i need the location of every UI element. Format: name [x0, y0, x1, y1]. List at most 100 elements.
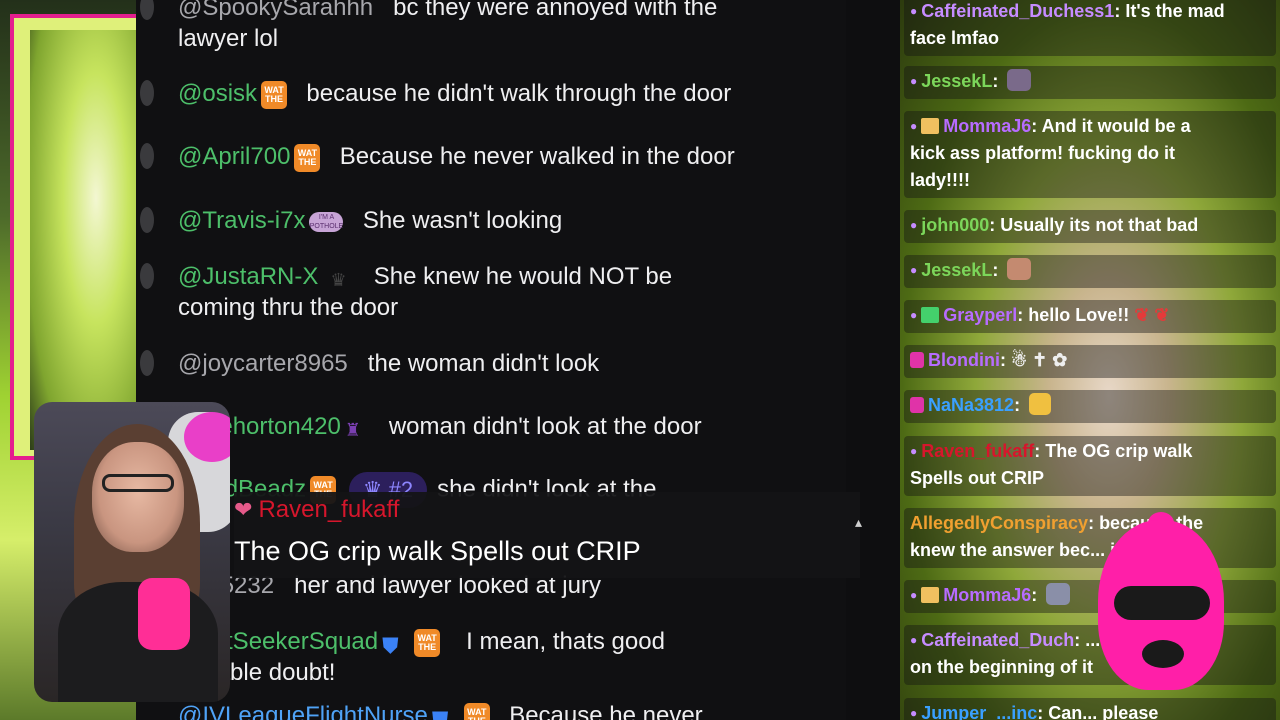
chat-message: ● Raven_fukaff: The OG crip walk Spells o…: [904, 436, 1276, 496]
highlight-username[interactable]: Raven_fukaff: [258, 496, 399, 523]
chat-message: @IVLeagueFlightNurse⛊ WAT THE Because he …: [178, 700, 818, 720]
avatar: [140, 207, 154, 233]
chat-username[interactable]: @IVLeagueFlightNurse: [178, 702, 428, 720]
avatar: [140, 263, 154, 289]
avatar: [140, 0, 154, 20]
highlighted-message: ❤ Raven_fukaff The OG crip walk Spells ou…: [234, 492, 862, 578]
glasses: [102, 474, 174, 492]
mask-badge-icon: [910, 352, 924, 368]
chat-bubble-icon: ●: [910, 119, 918, 133]
chat-username[interactable]: JessekL: [921, 71, 992, 91]
chat-text: face lmfao: [910, 28, 1000, 48]
mask-badge-icon: [910, 397, 924, 413]
chat-username[interactable]: JessekL: [921, 260, 992, 280]
highlight-text: The OG crip walk Spells out CRIP: [234, 536, 641, 566]
gift-icon: [921, 587, 940, 603]
highlight-username-row: ❤ Raven_fukaff: [234, 496, 399, 524]
chat-username[interactable]: @JustaRN-X: [178, 263, 318, 290]
face-emote-icon: [1007, 258, 1032, 280]
chat-username[interactable]: john000: [921, 215, 989, 235]
ghost-emote-icon: ☃ ✝ ✿: [1010, 350, 1068, 370]
wat-the-badge-icon: WAT THE: [414, 628, 441, 657]
crown-badge-icon: ♛: [330, 269, 347, 290]
chat-text: lawyer lol: [178, 25, 279, 52]
chat-message: SpiritSeekerSquad ⛊ WAT THE I mean, thats …: [178, 626, 818, 688]
caret-icon: ▴: [854, 514, 862, 530]
chat-text: knew the answer bec... it: [910, 540, 1122, 560]
chat-message: ● JessekL:: [904, 255, 1276, 288]
chat-text: hello Love!!: [1028, 305, 1130, 325]
chat-username[interactable]: Caffeinated_Duchess1: [921, 1, 1114, 21]
chat-text: Usually its not that bad: [1000, 215, 1199, 235]
chat-text: She knew he would NOT be: [373, 263, 673, 290]
chat-message: ● Caffeinated_Duchess1: It's the mad face…: [904, 0, 1276, 56]
mask-mouth: [1142, 640, 1184, 668]
heart-emote-icon: ❦ ❦: [1134, 305, 1170, 325]
chat-text: And it would be a: [1041, 116, 1191, 136]
shield-badge-icon: ⛊: [382, 632, 399, 658]
chat-bubble-icon: ●: [910, 588, 918, 602]
avatar: [140, 143, 154, 169]
chat-message: Katiehorton420 ♜ woman didn't look at the…: [178, 411, 818, 442]
gift-icon: [921, 118, 940, 134]
webcam-overlay: [34, 402, 230, 702]
chat-bubble-icon: ●: [910, 706, 918, 720]
chat-text: kick ass platform! fucking do it: [910, 143, 1176, 163]
chat-text: Because he never: [509, 702, 703, 720]
chat-text: the woman didn't look: [367, 350, 600, 377]
chat-username[interactable]: @Travis-i7x: [178, 207, 305, 234]
chat-message: @joycarter8965 the woman didn't look: [140, 348, 818, 379]
chat-username[interactable]: MommaJ6: [943, 585, 1031, 605]
pink-frame-panel: [10, 14, 150, 460]
chat-username[interactable]: Grayperl: [943, 305, 1017, 325]
chat-message: NaNa3812:: [904, 390, 1276, 423]
chat-username[interactable]: MommaJ6: [943, 116, 1031, 136]
chat-username[interactable]: @April700: [178, 143, 290, 170]
chat-bubble-icon: ●: [910, 633, 918, 647]
chat-message: ● JessekL:: [904, 66, 1276, 99]
chat-text: woman didn't look at the door: [388, 413, 702, 440]
wat-the-badge-icon: WAT THE: [463, 702, 490, 720]
chat-text: I mean, thats good: [466, 628, 665, 655]
chat-username[interactable]: Jumper_...inc: [921, 703, 1037, 720]
chat-bubble-icon: ●: [910, 308, 918, 322]
chat-username[interactable]: AllegedlyConspiracy: [910, 513, 1088, 533]
chat-bubble-icon: ●: [910, 218, 918, 232]
chat-text: lady!!!!: [910, 170, 970, 190]
chat-message: @SpookySarahhh bc they were annoyed with…: [140, 0, 818, 54]
chat-text: She wasn't looking: [362, 207, 563, 234]
rocket-emote-icon: [1007, 69, 1032, 91]
chat-username[interactable]: Raven_fukaff: [921, 441, 1034, 461]
chat-username[interactable]: Caffeinated_Duch: [921, 630, 1074, 650]
chat-message: @April700 WAT THE Because he never walked…: [140, 141, 818, 172]
chat-username[interactable]: @osisk: [178, 80, 257, 107]
chat-username[interactable]: @SpookySarahhh: [178, 0, 373, 21]
ghost-badge-icon: ♜: [344, 419, 361, 440]
streamer-face: [92, 442, 184, 552]
avatar: [140, 80, 154, 106]
chat-text: Spells out CRIP: [910, 468, 1045, 488]
wat-the-badge-icon: WAT THE: [261, 80, 288, 109]
wat-the-badge-icon: WAT THE: [294, 143, 321, 172]
chat-username[interactable]: @joycarter8965: [178, 350, 348, 377]
chat-bubble-icon: ●: [910, 74, 918, 88]
chat-message: ● MommaJ6: And it would be a kick ass pla…: [904, 111, 1276, 198]
pink-ski-mask-mascot-icon: [1098, 512, 1228, 720]
avatar: [140, 350, 154, 376]
emote-icon: [1029, 393, 1052, 415]
chat-username[interactable]: Blondini: [928, 350, 1000, 370]
chat-text: bc they were annoyed with the: [393, 0, 718, 21]
microphone-icon: [138, 578, 190, 650]
mask-eyes: [1114, 586, 1210, 620]
shield-badge-icon: ⛊: [431, 706, 449, 720]
emote-icon: [1046, 583, 1071, 605]
pothole-badge-icon: I'M A POTHOLE: [309, 211, 344, 232]
main-chat-panel: @SpookySarahhh bc they were annoyed with…: [136, 0, 846, 720]
chat-message: @Travis-i7x I'M A POTHOLE She wasn't look…: [140, 205, 818, 236]
chat-message: Blondini: ☃ ✝ ✿: [904, 345, 1276, 378]
chat-text: coming thru the door: [178, 294, 399, 321]
chat-text: It's the mad: [1125, 1, 1225, 21]
chat-username[interactable]: NaNa3812: [928, 395, 1014, 415]
chat-text: Because he never walked in the door: [339, 143, 735, 170]
chat-bubble-icon: ●: [910, 263, 918, 277]
